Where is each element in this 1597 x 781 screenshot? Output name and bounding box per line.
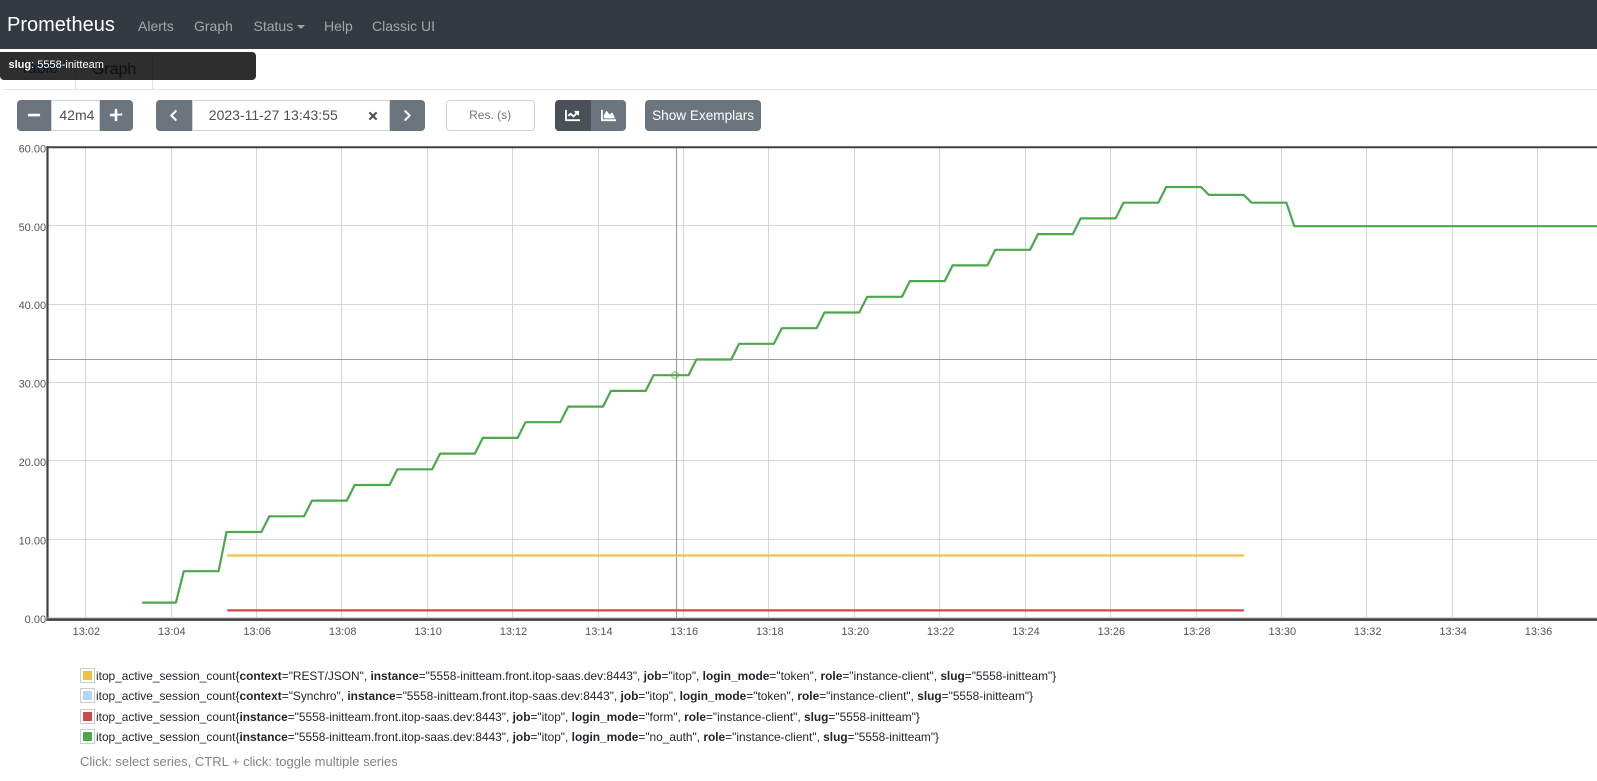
svg-text:13:32: 13:32	[1354, 626, 1382, 638]
svg-text:13:24: 13:24	[1012, 626, 1040, 638]
svg-text:13:08: 13:08	[329, 626, 357, 638]
svg-text:13:30: 13:30	[1269, 626, 1297, 638]
svg-text:13:28: 13:28	[1183, 626, 1211, 638]
svg-text:13:18: 13:18	[756, 626, 784, 638]
svg-text:13:12: 13:12	[500, 626, 528, 638]
svg-text:13:36: 13:36	[1525, 626, 1553, 638]
svg-text:13:34: 13:34	[1439, 626, 1467, 638]
svg-text:50.00: 50.00	[19, 222, 47, 234]
svg-text:0.00: 0.00	[25, 614, 46, 626]
svg-text:40.00: 40.00	[19, 300, 47, 312]
svg-text:60.00: 60.00	[19, 143, 47, 155]
svg-text:13:16: 13:16	[671, 626, 699, 638]
svg-text:13:02: 13:02	[73, 626, 101, 638]
svg-text:13:26: 13:26	[1098, 626, 1126, 638]
svg-text:13:20: 13:20	[841, 626, 869, 638]
svg-text:13:04: 13:04	[158, 626, 186, 638]
svg-text:10.00: 10.00	[19, 535, 47, 547]
svg-text:20.00: 20.00	[19, 457, 47, 469]
svg-text:13:10: 13:10	[414, 626, 442, 638]
svg-text:30.00: 30.00	[19, 379, 47, 391]
svg-text:13:22: 13:22	[927, 626, 955, 638]
svg-text:13:14: 13:14	[585, 626, 613, 638]
svg-text:13:06: 13:06	[243, 626, 271, 638]
